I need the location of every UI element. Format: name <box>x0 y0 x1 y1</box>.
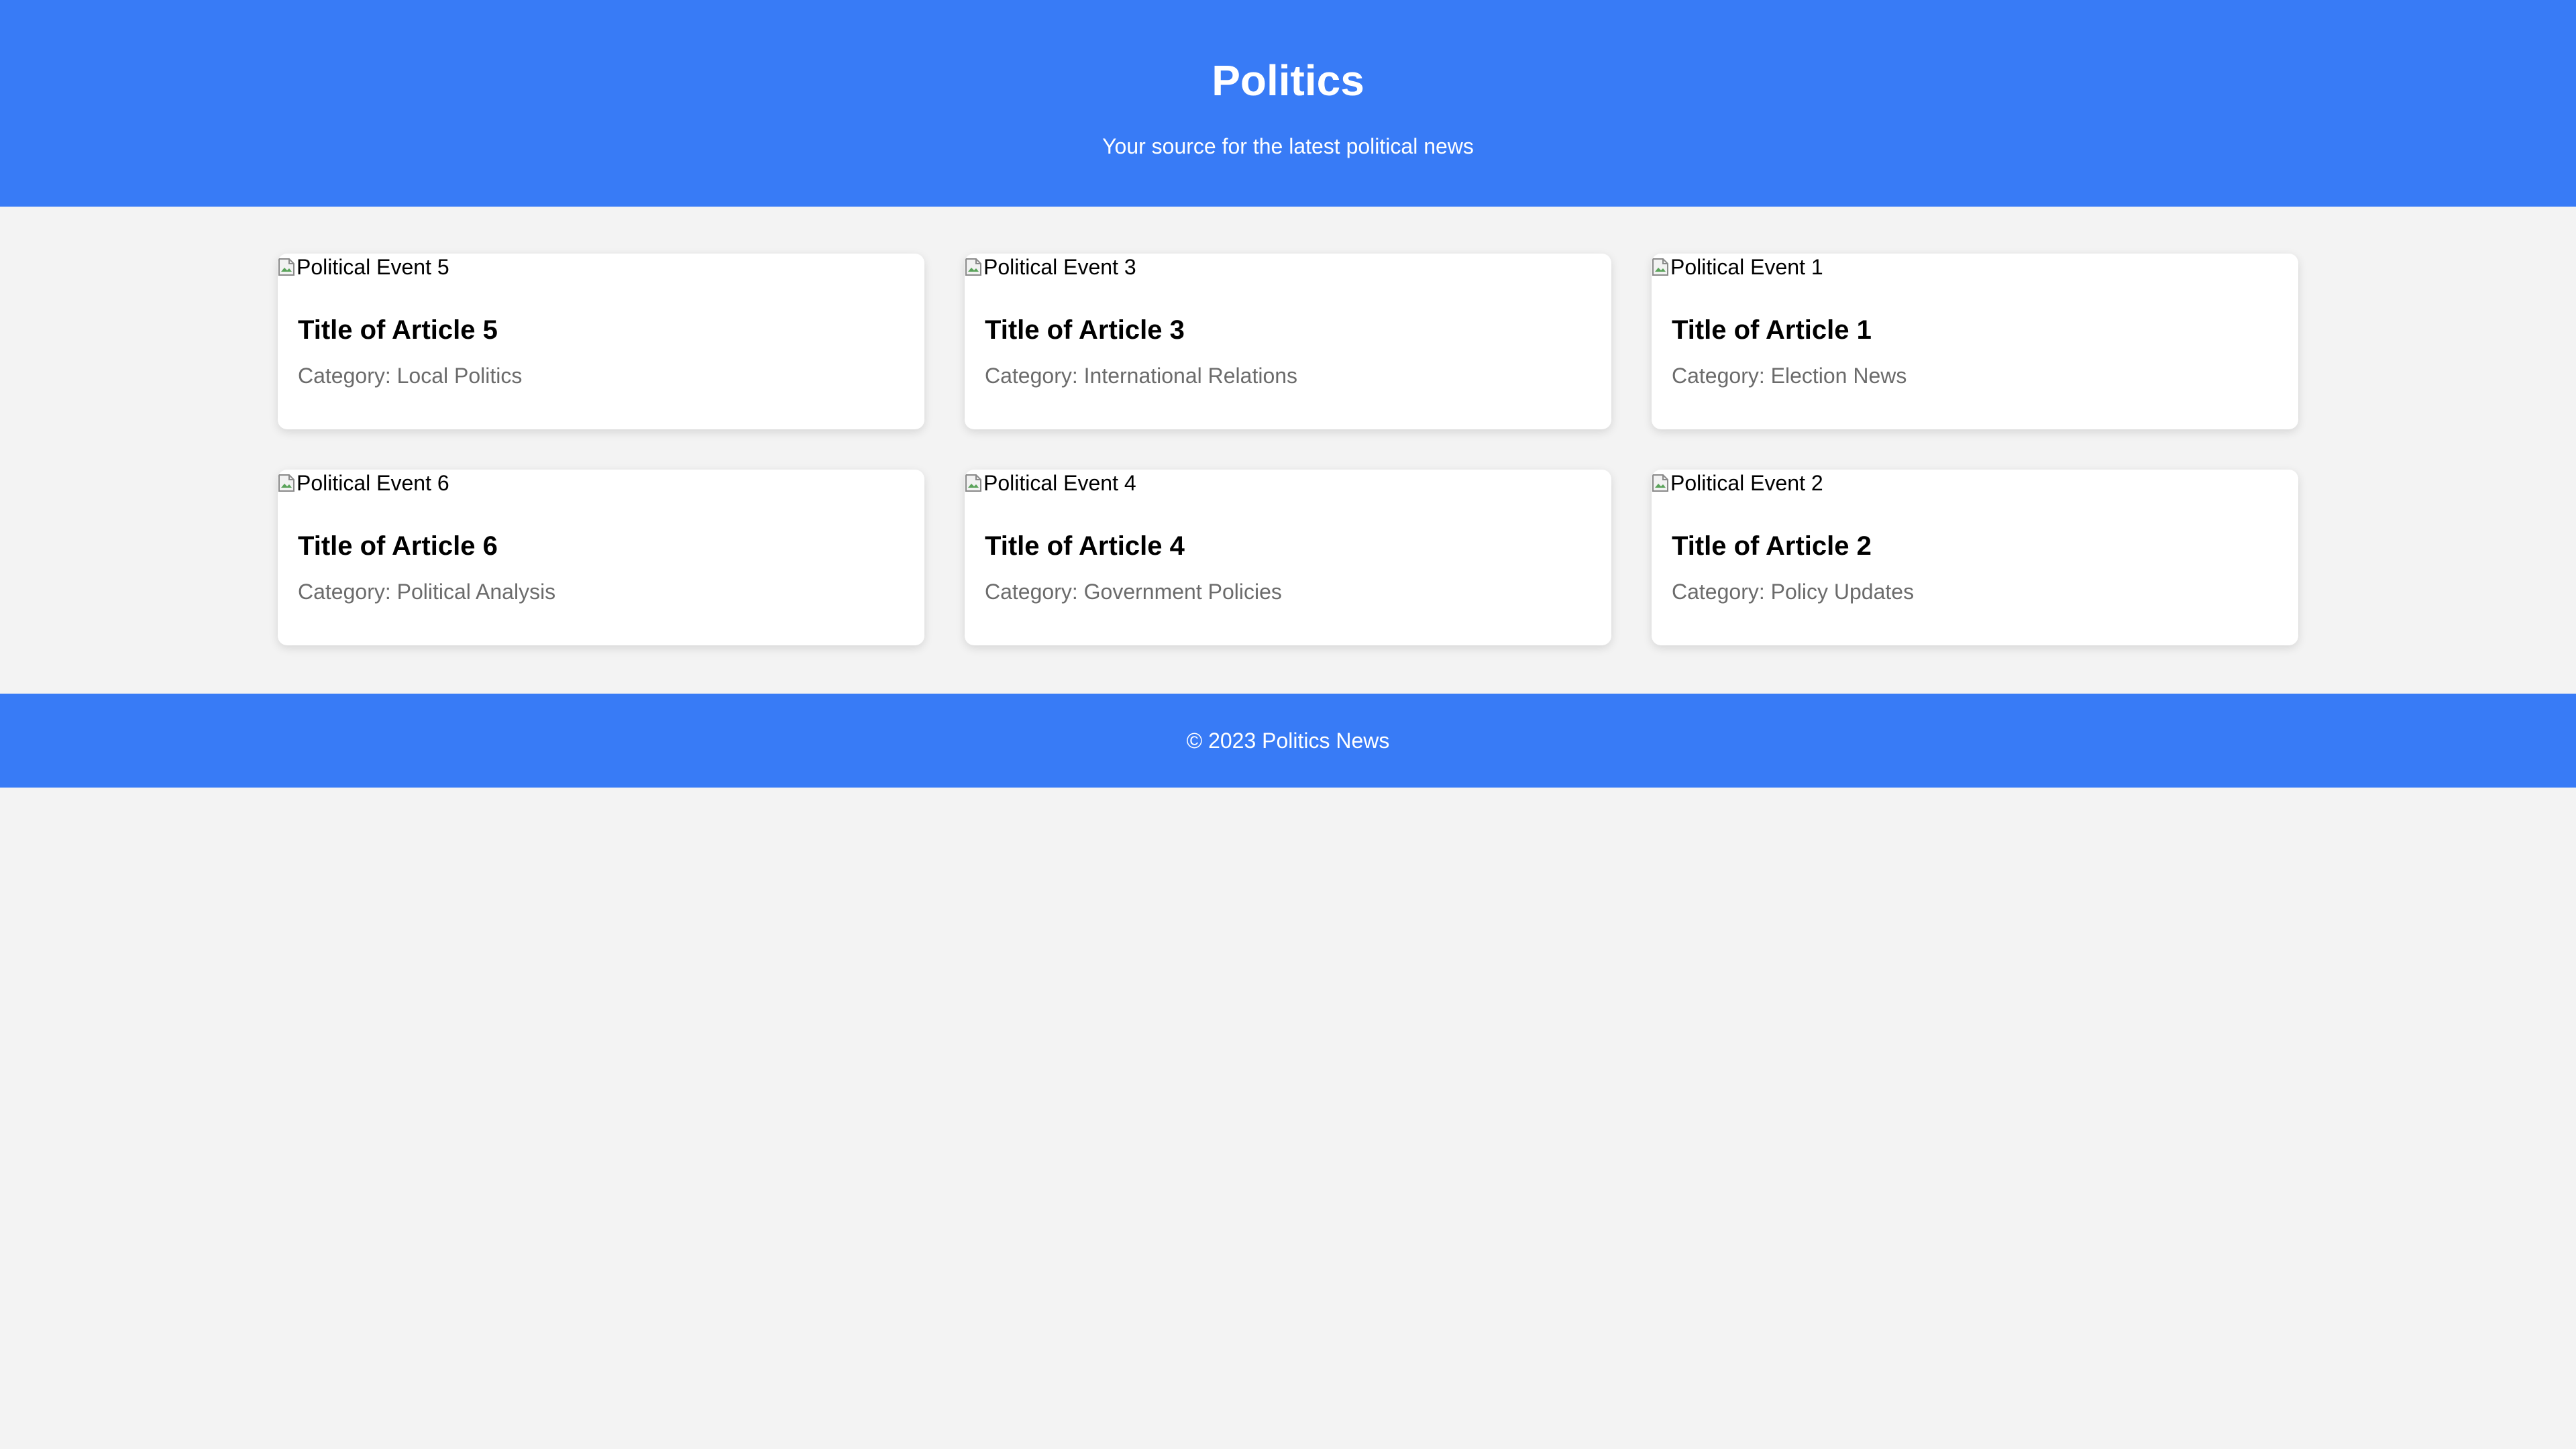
article-category: Category: Government Policies <box>985 580 1282 604</box>
article-category: Category: Local Politics <box>298 364 523 388</box>
article-card[interactable]: Political Event 2 Title of Article 2 Cat… <box>1652 470 2298 645</box>
article-card[interactable]: Political Event 5 Title of Article 5 Cat… <box>278 254 924 429</box>
article-image-alt: Political Event 3 <box>983 255 1136 279</box>
page-subtitle: Your source for the latest political new… <box>1102 134 1474 158</box>
article-card[interactable]: Political Event 1 Title of Article 1 Cat… <box>1652 254 2298 429</box>
broken-image-icon <box>278 473 295 493</box>
broken-image-icon <box>1652 473 1669 493</box>
article-card[interactable]: Political Event 6 Title of Article 6 Cat… <box>278 470 924 645</box>
article-title[interactable]: Title of Article 1 <box>1672 313 1872 347</box>
article-image-alt: Political Event 6 <box>297 471 449 495</box>
article-category: Category: International Relations <box>985 364 1298 388</box>
article-title[interactable]: Title of Article 2 <box>1672 529 1872 564</box>
footer-copyright: © 2023 Politics News <box>1186 729 1390 753</box>
article-category: Category: Policy Updates <box>1672 580 1915 604</box>
article-category: Category: Political Analysis <box>298 580 556 604</box>
article-title[interactable]: Title of Article 5 <box>298 313 498 347</box>
article-image[interactable]: Political Event 3 <box>965 254 1136 280</box>
article-title[interactable]: Title of Article 4 <box>985 529 1185 564</box>
article-image[interactable]: Political Event 4 <box>965 470 1136 496</box>
article-image[interactable]: Political Event 5 <box>278 254 449 280</box>
article-image-alt: Political Event 1 <box>1670 255 1823 279</box>
page-title: Politics <box>1212 56 1364 105</box>
article-image-alt: Political Event 2 <box>1670 471 1823 495</box>
article-title[interactable]: Title of Article 3 <box>985 313 1185 347</box>
site-header: Politics Your source for the latest poli… <box>0 0 2576 207</box>
article-title[interactable]: Title of Article 6 <box>298 529 498 564</box>
article-card[interactable]: Political Event 3 Title of Article 3 Cat… <box>965 254 1611 429</box>
article-image-alt: Political Event 5 <box>297 255 449 279</box>
article-grid: Political Event 5 Title of Article 5 Cat… <box>278 254 2298 645</box>
broken-image-icon <box>965 257 982 277</box>
article-image[interactable]: Political Event 6 <box>278 470 449 496</box>
article-image[interactable]: Political Event 1 <box>1652 254 1823 280</box>
site-footer: © 2023 Politics News <box>0 694 2576 788</box>
article-image-alt: Political Event 4 <box>983 471 1136 495</box>
broken-image-icon <box>965 473 982 493</box>
article-card[interactable]: Political Event 4 Title of Article 4 Cat… <box>965 470 1611 645</box>
broken-image-icon <box>278 257 295 277</box>
broken-image-icon <box>1652 257 1669 277</box>
article-category: Category: Election News <box>1672 364 1907 388</box>
article-image[interactable]: Political Event 2 <box>1652 470 1823 496</box>
